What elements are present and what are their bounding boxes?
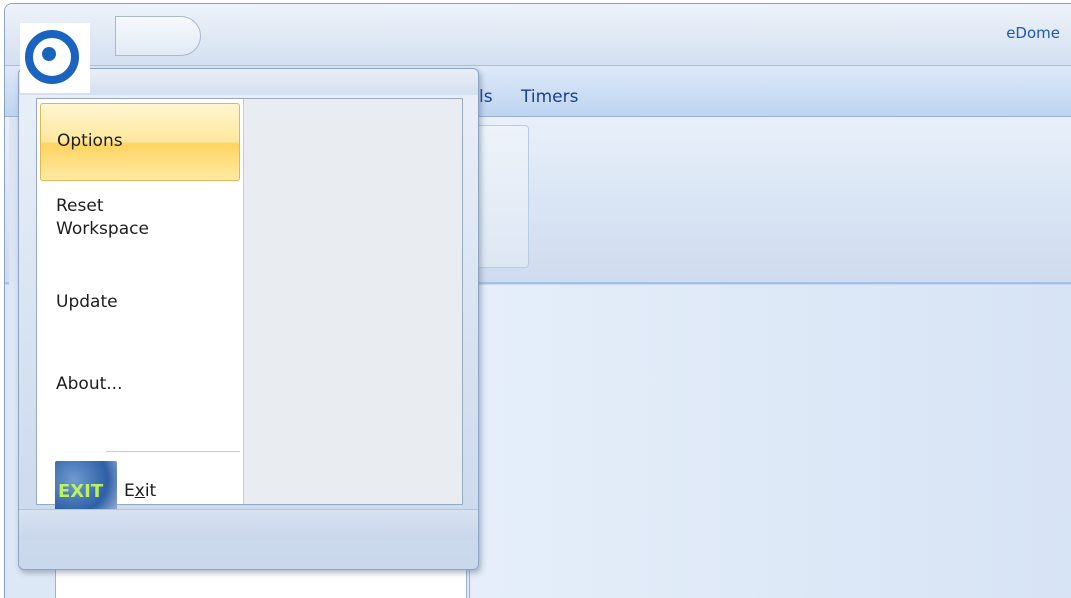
app-logo-dot <box>42 47 56 61</box>
tab-timers[interactable]: Timers <box>521 87 578 107</box>
menu-panel: Options Reset Workspace Update About... … <box>36 98 463 523</box>
menu-item-reset-workspace[interactable]: Reset Workspace <box>40 195 238 251</box>
menu-items: Options Reset Workspace Update About... … <box>37 99 242 523</box>
menu-bottom-bar <box>19 509 478 540</box>
tab-partial[interactable]: ls <box>479 87 493 107</box>
app-menu-button[interactable] <box>20 23 90 93</box>
menu-item-options[interactable]: Options <box>40 103 240 181</box>
menu-item-label: Reset Workspace <box>56 196 149 239</box>
menu-item-label: Update <box>56 292 118 312</box>
recent-items-pane <box>243 99 462 504</box>
exit-label-prefix: E <box>124 481 135 501</box>
application-menu: Options Reset Workspace Update About... … <box>18 68 479 570</box>
exit-button[interactable]: Exit <box>124 481 156 501</box>
menu-item-label: Options <box>57 131 123 151</box>
app-title: eDome <box>1006 24 1060 42</box>
exit-icon-text: EXIT <box>58 481 104 502</box>
exit-label-mnemonic: x <box>134 481 145 501</box>
menu-item-update[interactable]: Update <box>40 291 238 321</box>
menu-separator <box>106 451 240 452</box>
menu-item-about[interactable]: About... <box>40 373 238 403</box>
menu-item-label: About... <box>56 374 123 394</box>
quick-access-tab[interactable] <box>115 16 201 56</box>
title-bar: eDome <box>5 4 1071 66</box>
exit-label-suffix: it <box>144 481 157 501</box>
